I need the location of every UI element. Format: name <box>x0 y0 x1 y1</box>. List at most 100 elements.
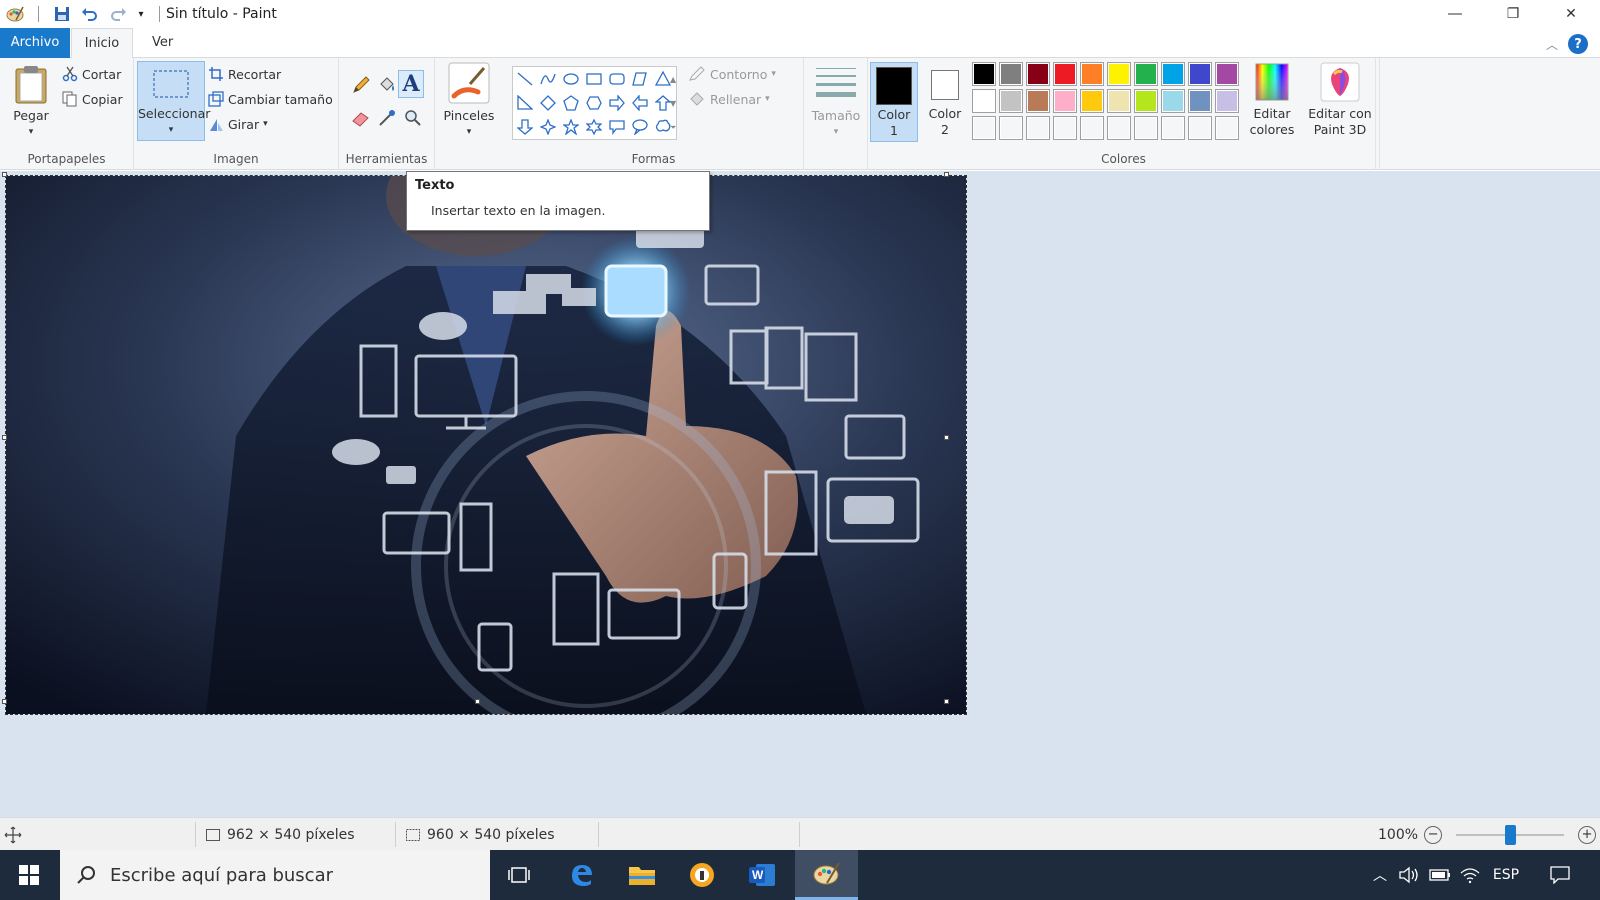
color-swatch[interactable] <box>1134 89 1158 113</box>
close-button[interactable]: ✕ <box>1542 0 1600 28</box>
curve-shape-icon[interactable] <box>536 67 559 91</box>
taskbar-search[interactable]: Escribe aquí para buscar <box>60 850 490 900</box>
magnifier-icon[interactable] <box>401 106 425 130</box>
eraser-icon[interactable] <box>349 106 373 130</box>
volume-icon[interactable] <box>1396 850 1424 900</box>
zoom-slider-thumb[interactable] <box>1505 824 1517 845</box>
right-triangle-shape-icon[interactable] <box>513 91 536 115</box>
tab-view[interactable]: Ver <box>140 28 185 58</box>
left-arrow-shape-icon[interactable] <box>628 91 651 115</box>
resize-button[interactable]: Cambiar tamaño <box>208 91 333 107</box>
wifi-icon[interactable] <box>1456 850 1484 900</box>
color-swatch[interactable] <box>1107 62 1131 86</box>
color-swatch[interactable] <box>1215 62 1239 86</box>
word-icon[interactable]: W <box>733 850 791 900</box>
color-swatch[interactable] <box>972 116 996 140</box>
text-icon[interactable]: A <box>398 70 424 98</box>
color-swatch[interactable] <box>1080 62 1104 86</box>
fill-button[interactable]: Rellenar ▾ <box>688 91 770 107</box>
task-view-icon[interactable] <box>490 850 548 900</box>
size-button[interactable]: Tamaño ▾ <box>808 64 864 140</box>
color-swatch[interactable] <box>1161 62 1185 86</box>
rectangle-shape-icon[interactable] <box>582 67 605 91</box>
edit-with-paint3d-button[interactable]: Editar con Paint 3D <box>1304 62 1376 138</box>
color2-button[interactable]: Color 2 <box>922 62 968 138</box>
resize-handle[interactable] <box>475 699 480 704</box>
zoom-in-icon[interactable]: + <box>1578 825 1597 844</box>
language-indicator[interactable]: ESP <box>1488 850 1524 900</box>
resize-handle[interactable] <box>2 435 7 440</box>
color-swatch[interactable] <box>1080 89 1104 113</box>
polygon-shape-icon[interactable] <box>628 67 651 91</box>
edit-colors-button[interactable]: Editar colores <box>1248 62 1296 138</box>
tab-file[interactable]: Archivo <box>0 28 70 58</box>
battery-icon[interactable] <box>1426 850 1454 900</box>
tab-home[interactable]: Inicio <box>71 28 133 59</box>
color-swatch[interactable] <box>1026 62 1050 86</box>
down-arrow-shape-icon[interactable] <box>513 115 536 139</box>
color-swatch[interactable] <box>1107 116 1131 140</box>
color-swatch[interactable] <box>1161 116 1185 140</box>
rect-callout-shape-icon[interactable] <box>605 115 628 139</box>
color-swatch[interactable] <box>1053 116 1077 140</box>
color1-button[interactable]: Color 1 <box>870 62 918 142</box>
resize-handle[interactable] <box>944 699 949 704</box>
color-swatch[interactable] <box>1161 89 1185 113</box>
six-point-star-shape-icon[interactable] <box>582 115 605 139</box>
paste-button[interactable]: Pegar ▾ <box>6 64 56 140</box>
color-swatch[interactable] <box>1026 89 1050 113</box>
resize-handle[interactable] <box>944 435 949 440</box>
color-swatch[interactable] <box>999 89 1023 113</box>
start-button[interactable] <box>0 850 58 900</box>
four-point-star-shape-icon[interactable] <box>536 115 559 139</box>
oval-callout-shape-icon[interactable] <box>628 115 651 139</box>
zoom-slider[interactable] <box>1456 824 1565 845</box>
color-swatch[interactable] <box>1215 116 1239 140</box>
color-swatch[interactable] <box>1053 89 1077 113</box>
save-icon[interactable] <box>51 3 73 25</box>
right-arrow-shape-icon[interactable] <box>605 91 628 115</box>
undo-icon[interactable] <box>79 3 101 25</box>
minimize-button[interactable]: ― <box>1426 0 1484 28</box>
hexagon-shape-icon[interactable] <box>582 91 605 115</box>
line-shape-icon[interactable] <box>513 67 536 91</box>
vpn-app-icon[interactable] <box>673 850 731 900</box>
color-swatch[interactable] <box>1188 62 1212 86</box>
crop-button[interactable]: Recortar <box>208 66 281 82</box>
customize-quick-access-icon[interactable]: ▾ <box>135 3 147 25</box>
outline-button[interactable]: Contorno ▾ <box>688 66 776 82</box>
color-swatch[interactable] <box>972 62 996 86</box>
copy-button[interactable]: Copiar <box>62 91 123 107</box>
resize-handle[interactable] <box>2 172 7 177</box>
collapse-ribbon-icon[interactable]: ︿ <box>1546 36 1558 53</box>
pentagon-shape-icon[interactable] <box>559 91 582 115</box>
diamond-shape-icon[interactable] <box>536 91 559 115</box>
color-swatch[interactable] <box>1026 116 1050 140</box>
canvas-workspace[interactable] <box>0 171 1600 817</box>
expand-gallery-icon[interactable]: ⏷ <box>670 116 676 140</box>
paint-app-icon[interactable] <box>4 3 26 25</box>
select-button[interactable]: Seleccionar ▾ <box>137 61 210 141</box>
rounded-rectangle-shape-icon[interactable] <box>605 67 628 91</box>
color-swatch[interactable] <box>1188 89 1212 113</box>
show-hidden-icons-icon[interactable]: ︿ <box>1368 850 1392 900</box>
edge-browser-icon[interactable] <box>553 850 611 900</box>
fill-bucket-icon[interactable] <box>375 73 399 97</box>
brushes-button[interactable]: Pinceles ▾ <box>437 62 501 140</box>
color-swatch[interactable] <box>1215 89 1239 113</box>
five-point-star-shape-icon[interactable] <box>559 115 582 139</box>
pencil-icon[interactable] <box>349 73 373 97</box>
help-icon[interactable]: ? <box>1568 34 1588 54</box>
color-swatch[interactable] <box>1134 62 1158 86</box>
scroll-down-icon[interactable]: ▼ <box>670 92 676 116</box>
color-swatch[interactable] <box>999 116 1023 140</box>
notifications-icon[interactable] <box>1540 850 1580 900</box>
color-picker-icon[interactable] <box>375 106 399 130</box>
paint-taskbar-icon[interactable] <box>795 850 858 900</box>
scroll-up-icon[interactable]: ▲ <box>670 68 676 92</box>
cut-button[interactable]: Cortar <box>62 66 121 82</box>
color-swatch[interactable] <box>1188 116 1212 140</box>
color-swatch[interactable] <box>1107 89 1131 113</box>
shapes-scroll[interactable]: ▲ ▼ ⏷ <box>670 68 676 140</box>
image-canvas[interactable] <box>5 175 967 715</box>
